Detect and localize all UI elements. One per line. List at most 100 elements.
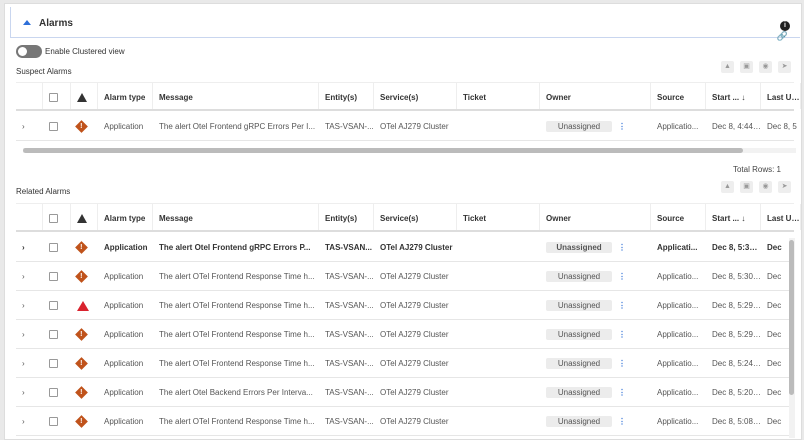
column-header-message[interactable]: Message [153, 83, 319, 109]
owner-badge[interactable]: Unassigned [546, 329, 612, 340]
expand-row-chevron-icon[interactable]: › [16, 349, 43, 377]
alarms-header[interactable]: Alarms i 🔗 [10, 7, 800, 41]
owner-badge[interactable]: Unassigned [546, 242, 612, 253]
column-header-last[interactable]: Last Updated [761, 204, 801, 230]
row-checkbox[interactable] [43, 233, 71, 261]
cell-ticket [457, 262, 540, 290]
select-all-checkbox[interactable] [43, 204, 71, 230]
more-options-icon[interactable]: ⋮ [618, 301, 626, 310]
cell-source: Applicatio... [657, 301, 699, 310]
column-header-last[interactable]: Last Updated [761, 83, 801, 109]
row-checkbox[interactable] [43, 407, 71, 435]
more-options-icon[interactable]: ⋮ [618, 272, 626, 281]
column-header-start[interactable]: Start ... ↓ [706, 204, 761, 230]
row-checkbox[interactable] [43, 262, 71, 290]
cell-type: Application [104, 359, 144, 368]
cell-message: The alert Otel Backend Errors Per Interv… [159, 388, 313, 397]
expand-row-chevron-icon[interactable]: › [16, 320, 43, 348]
column-header-owner[interactable]: Owner [540, 83, 651, 109]
owner-badge[interactable]: Unassigned [546, 300, 612, 311]
column-header-ticket[interactable]: Ticket [457, 204, 540, 230]
cell-source: Applicatio... [657, 330, 699, 339]
major-severity-icon: ! [71, 112, 98, 140]
cell-message: The alert OTel Frontend Response Time h.… [159, 417, 315, 426]
owner-cell[interactable]: Unassigned ⋮ [540, 233, 651, 261]
related-toolbar: ▲ ▣ ◉ ➤ [721, 181, 791, 193]
row-checkbox[interactable] [43, 291, 71, 319]
column-header-type[interactable]: Alarm type [98, 83, 153, 109]
expand-row-chevron-icon[interactable]: › [16, 407, 43, 435]
more-options-icon[interactable]: ⋮ [618, 330, 626, 339]
table-row[interactable]: ›! Application The alert Otel Frontend gRP… [16, 112, 797, 141]
info-icon[interactable]: i [780, 21, 790, 31]
owner-badge[interactable]: Unassigned [546, 121, 612, 132]
column-header-service[interactable]: Service(s) [374, 204, 457, 230]
owner-badge[interactable]: Unassigned [546, 358, 612, 369]
row-checkbox[interactable] [43, 320, 71, 348]
send-icon[interactable]: ➤ [778, 61, 791, 73]
owner-cell[interactable]: Unassigned ⋮ [540, 378, 651, 406]
shield-icon[interactable]: ◉ [759, 61, 772, 73]
column-header-entity[interactable]: Entity(s) [319, 83, 374, 109]
expand-row-chevron-icon[interactable]: › [16, 112, 43, 140]
clipboard-icon[interactable]: ▣ [740, 61, 753, 73]
owner-badge[interactable]: Unassigned [546, 387, 612, 398]
table-row[interactable]: ›! Application The alert OTel Frontend Res… [16, 407, 794, 436]
column-header-entity[interactable]: Entity(s) [319, 204, 374, 230]
more-options-icon[interactable]: ⋮ [618, 388, 626, 397]
cell-start: Dec 8, 5:08 PM [712, 417, 761, 426]
column-header-start[interactable]: Start ... ↓ [706, 83, 761, 109]
row-checkbox[interactable] [43, 112, 71, 140]
expand-row-chevron-icon[interactable]: › [16, 378, 43, 406]
vertical-scrollbar[interactable] [789, 238, 795, 438]
table-row[interactable]: › Application The alert OTel Frontend Resp… [16, 291, 794, 320]
cell-service: OTel AJ279 Cluster [380, 388, 449, 397]
owner-cell[interactable]: Unassigned ⋮ [540, 291, 651, 319]
column-header-source[interactable]: Source [651, 204, 706, 230]
owner-badge[interactable]: Unassigned [546, 416, 612, 427]
bell-icon[interactable]: ▲ [721, 181, 734, 193]
shield-icon[interactable]: ◉ [759, 181, 772, 193]
cell-ticket [457, 349, 540, 377]
expand-row-chevron-icon[interactable]: › [16, 262, 43, 290]
cell-service: OTel AJ279 Cluster [380, 243, 453, 252]
link-icon[interactable]: 🔗 [777, 31, 788, 42]
cell-message: The alert Otel Frontend gRPC Errors P... [159, 243, 311, 252]
clustered-view-toggle[interactable] [16, 45, 42, 58]
send-icon[interactable]: ➤ [778, 181, 791, 193]
column-header-service[interactable]: Service(s) [374, 83, 457, 109]
row-checkbox[interactable] [43, 349, 71, 377]
cell-ticket [457, 320, 540, 348]
column-header-ticket[interactable]: Ticket [457, 83, 540, 109]
owner-cell[interactable]: Unassigned ⋮ [540, 262, 651, 290]
owner-badge[interactable]: Unassigned [546, 271, 612, 282]
select-all-checkbox[interactable] [43, 83, 71, 109]
table-row[interactable]: ›! Application The alert OTel Frontend Res… [16, 349, 794, 378]
table-row[interactable]: ›! Application The alert Otel Frontend gRP… [16, 233, 794, 262]
horizontal-scrollbar[interactable] [23, 148, 796, 153]
cell-source: Applicatio... [657, 388, 699, 397]
column-header-owner[interactable]: Owner [540, 204, 651, 230]
more-options-icon[interactable]: ⋮ [618, 417, 626, 426]
more-options-icon[interactable]: ⋮ [618, 359, 626, 368]
table-row[interactable]: ›! Application The alert OTel Frontend Res… [16, 320, 794, 349]
owner-cell[interactable]: Unassigned ⋮ [540, 407, 651, 435]
row-checkbox[interactable] [43, 378, 71, 406]
column-header-type[interactable]: Alarm type [98, 204, 153, 230]
more-options-icon[interactable]: ⋮ [618, 243, 626, 252]
expand-row-chevron-icon[interactable]: › [16, 291, 43, 319]
expand-row-chevron-icon[interactable]: › [16, 233, 43, 261]
more-options-icon[interactable]: ⋮ [618, 122, 626, 131]
cell-message: The alert Otel Frontend gRPC Errors Per … [159, 122, 316, 131]
table-row[interactable]: ›! Application The alert OTel Frontend Res… [16, 262, 794, 291]
table-row[interactable]: ›! Application The alert Otel Backend Erro… [16, 378, 794, 407]
collapse-caret-icon[interactable] [23, 20, 31, 25]
column-header-source[interactable]: Source [651, 83, 706, 109]
owner-cell[interactable]: Unassigned ⋮ [540, 320, 651, 348]
bell-icon[interactable]: ▲ [721, 61, 734, 73]
clipboard-icon[interactable]: ▣ [740, 181, 753, 193]
owner-cell[interactable]: Unassigned ⋮ [540, 112, 651, 140]
alarms-panel: Alarms i 🔗 Enable Clustered view Suspect… [4, 3, 802, 440]
column-header-message[interactable]: Message [153, 204, 319, 230]
owner-cell[interactable]: Unassigned ⋮ [540, 349, 651, 377]
